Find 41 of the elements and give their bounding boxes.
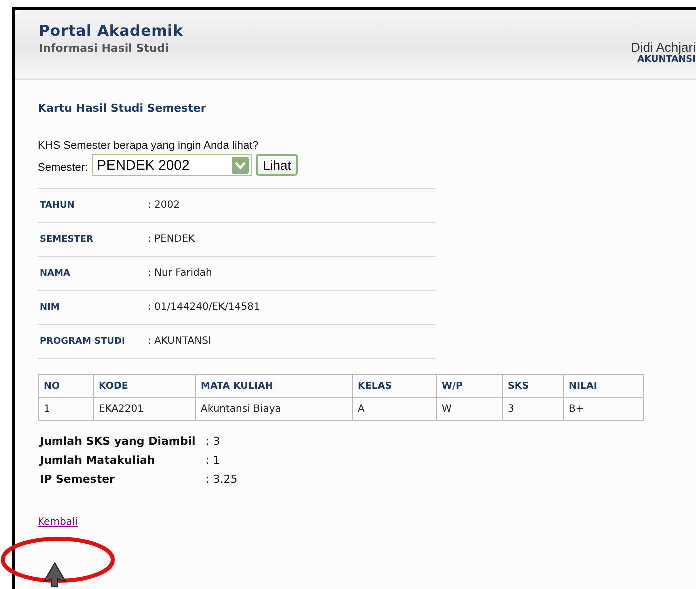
column-header: KELAS (352, 374, 436, 398)
summary-value: : 1 (206, 454, 220, 467)
table-cell: A (352, 398, 436, 420)
cursor-arrow-icon (43, 562, 67, 588)
summary-value: : 3 (206, 435, 220, 448)
portal-subtitle: Informasi Hasil Studi (39, 42, 170, 55)
table-cell: Akuntansi Biaya (196, 398, 352, 420)
column-header: NO (38, 374, 94, 398)
info-label: SEMESTER (39, 234, 94, 244)
column-header: NILAI (564, 374, 644, 398)
table-cell: B+ (564, 398, 644, 420)
summary-label: Jumlah SKS yang Diambil (40, 435, 197, 448)
summary-label: IP Semester (40, 473, 116, 486)
table-cell: EKA2201 (94, 398, 196, 420)
column-header: KODE (94, 374, 196, 398)
question-text: KHS Semester berapa yang ingin Anda lihat? (38, 140, 259, 152)
info-label: TAHUN (39, 200, 76, 210)
table-cell: 3 (502, 398, 564, 420)
info-value: : PENDEK (148, 234, 195, 245)
user-program: AKUNTANSI (638, 55, 696, 65)
user-name: Didi Achjari (630, 40, 696, 55)
column-header: W/P (436, 374, 502, 398)
table-cell: W (436, 398, 502, 420)
column-header: MATA KULIAH (196, 374, 352, 398)
info-label: NAMA (39, 268, 72, 278)
summary-label: Jumlah Matakuliah (40, 454, 156, 467)
info-value: : AKUNTANSI (148, 336, 212, 347)
column-header: SKS (502, 374, 564, 398)
semester-label: Semester: (38, 162, 88, 174)
page-title: Kartu Hasil Studi Semester (38, 102, 206, 115)
portal-title: Portal Akademik (39, 22, 184, 40)
info-value: : Nur Faridah (148, 268, 212, 279)
info-label: PROGRAM STUDI (39, 336, 126, 346)
view-button[interactable]: Lihat (256, 154, 298, 176)
semester-dropdown[interactable]: PENDEK 2002 (92, 154, 252, 176)
table-cell: 1 (38, 398, 94, 420)
back-link[interactable]: Kembali (38, 517, 78, 528)
summary-value: : 3.25 (206, 473, 238, 486)
info-value: : 01/144240/EK/14581 (148, 302, 260, 313)
info-value: : 2002 (148, 200, 180, 211)
info-label: NIM (39, 302, 61, 312)
